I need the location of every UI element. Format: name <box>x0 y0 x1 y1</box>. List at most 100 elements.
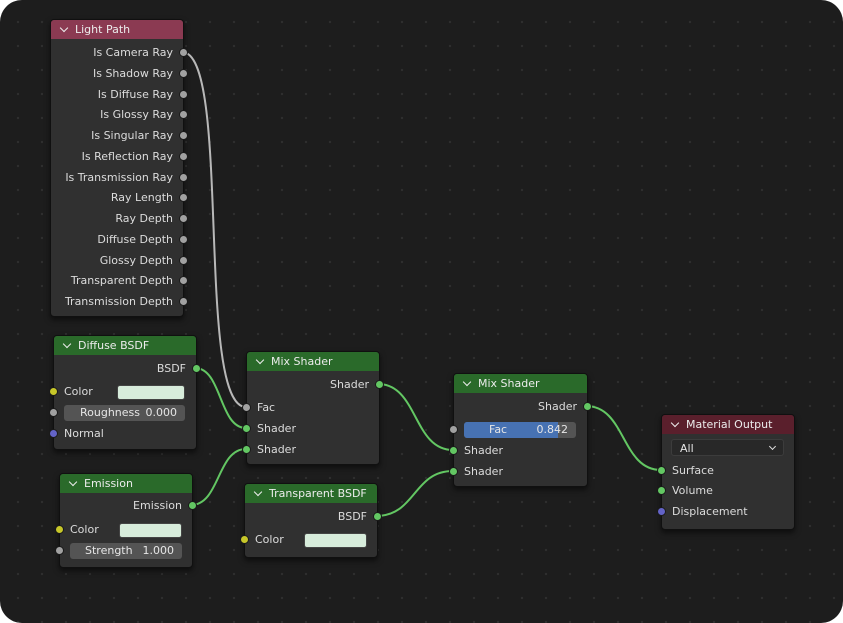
output-socket[interactable] <box>180 111 187 119</box>
diffuse-bsdf-header[interactable]: Diffuse BSDF <box>54 336 196 355</box>
socket-label: Surface <box>672 464 714 477</box>
socket-label: Color <box>64 385 93 398</box>
light-path-output: Is Reflection Ray <box>51 147 187 167</box>
socket-label: Transmission Depth <box>64 295 173 308</box>
chevron-down-icon[interactable] <box>670 418 680 428</box>
output-socket[interactable] <box>180 256 187 264</box>
socket-label: Shader <box>464 444 503 457</box>
output-socket[interactable] <box>180 69 187 77</box>
chevron-down-icon[interactable] <box>59 23 69 33</box>
chevron-down-icon[interactable] <box>68 477 78 487</box>
roughness-field[interactable]: Roughness 0.000 <box>64 405 185 421</box>
input-socket[interactable] <box>243 446 250 453</box>
socket-label: Normal <box>64 427 104 440</box>
light-path-output: Is Diffuse Ray <box>51 85 187 105</box>
color-swatch[interactable] <box>304 533 367 548</box>
input-socket[interactable] <box>50 430 57 437</box>
socket-label: Shader <box>464 465 503 478</box>
output-socket[interactable] <box>376 381 383 388</box>
input-socket[interactable] <box>658 508 665 515</box>
light-path-output: Is Glossy Ray <box>51 105 187 125</box>
output-socket[interactable] <box>180 49 187 56</box>
socket-label: Diffuse Depth <box>97 232 173 246</box>
chevron-down-icon[interactable] <box>62 339 72 349</box>
color-input: Color <box>56 520 192 540</box>
input-socket[interactable] <box>450 447 457 454</box>
socket-label: Ray Length <box>110 191 173 205</box>
chevron-down-icon[interactable] <box>253 487 263 497</box>
output-socket[interactable] <box>189 502 196 509</box>
material-output-header[interactable]: Material Output <box>662 415 794 434</box>
target-row: All <box>662 437 794 457</box>
output-socket[interactable] <box>180 235 187 243</box>
socket-label: Is Transmission Ray <box>65 170 173 184</box>
chevron-down-icon[interactable] <box>462 377 472 387</box>
input-socket[interactable] <box>50 409 57 416</box>
socket-label: Is Diffuse Ray <box>97 87 173 101</box>
light-path-output: Glossy Depth <box>51 251 187 271</box>
node-editor-canvas[interactable]: Light Path Is Camera Ray Is Shadow Ray Is … <box>0 0 843 623</box>
socket-label: BSDF <box>337 510 367 523</box>
field-value: 0.842 <box>536 423 569 436</box>
light-path-header[interactable]: Light Path <box>51 20 183 39</box>
mix-shader-node-2[interactable]: Mix Shader Shader Fac 0.842 Shader Shade… <box>450 373 591 487</box>
node-title: Emission <box>84 477 133 490</box>
light-path-output: Ray Length <box>51 188 187 208</box>
material-output-node[interactable]: Material Output All Surface Volume Displ… <box>658 414 795 530</box>
color-swatch[interactable] <box>119 523 182 538</box>
fac-slider[interactable]: Fac 0.842 <box>464 422 576 438</box>
shader-output: Shader <box>247 375 383 395</box>
displacement-input: Displacement <box>658 502 794 522</box>
output-socket[interactable] <box>584 403 591 410</box>
output-socket[interactable] <box>180 277 187 285</box>
node-title: Transparent BSDF <box>269 487 367 500</box>
transparent-bsdf-header[interactable]: Transparent BSDF <box>245 484 377 503</box>
socket-label: Color <box>255 533 284 546</box>
output-socket[interactable] <box>180 194 187 202</box>
output-socket[interactable] <box>374 513 381 520</box>
color-input: Color <box>241 530 377 550</box>
input-socket[interactable] <box>241 536 248 543</box>
socket-label: Is Glossy Ray <box>100 108 173 122</box>
strength-field[interactable]: Strength 1.000 <box>70 543 182 559</box>
socket-label: Volume <box>672 484 713 497</box>
mix-shader-header[interactable]: Mix Shader <box>247 352 379 371</box>
output-socket[interactable] <box>193 365 200 372</box>
shader-input-1: Shader <box>450 441 587 461</box>
output-socket[interactable] <box>180 215 187 222</box>
roughness-input: Roughness 0.000 <box>50 403 196 423</box>
output-socket[interactable] <box>180 132 187 139</box>
link-transparent-to-mix2 <box>375 470 454 517</box>
output-socket[interactable] <box>180 90 187 98</box>
input-socket[interactable] <box>658 487 665 494</box>
input-socket[interactable] <box>56 526 63 533</box>
socket-label: Glossy Depth <box>99 253 173 267</box>
light-path-node[interactable]: Light Path Is Camera Ray Is Shadow Ray Is … <box>50 19 187 317</box>
input-socket[interactable] <box>450 426 457 433</box>
chevron-down-icon[interactable] <box>255 355 265 365</box>
emission-node[interactable]: Emission Emission Color Strength 1.000 <box>56 473 196 568</box>
input-socket[interactable] <box>243 425 250 432</box>
emission-header[interactable]: Emission <box>60 474 192 493</box>
mix-shader-header[interactable]: Mix Shader <box>454 374 587 393</box>
input-socket[interactable] <box>56 547 63 554</box>
output-socket[interactable] <box>180 298 187 305</box>
transparent-bsdf-node[interactable]: Transparent BSDF BSDF Color <box>241 483 381 558</box>
fac-input: Fac <box>243 398 379 418</box>
color-swatch[interactable] <box>117 385 185 400</box>
mix-shader-node-1[interactable]: Mix Shader Shader Fac Shader Shader <box>243 351 383 465</box>
output-socket[interactable] <box>180 152 187 160</box>
input-socket[interactable] <box>50 388 57 395</box>
input-socket[interactable] <box>450 468 457 475</box>
input-socket[interactable] <box>243 404 250 411</box>
link-mix1-to-mix2 <box>377 383 454 451</box>
socket-label: Is Singular Ray <box>91 129 173 142</box>
surface-input: Surface <box>658 461 794 481</box>
input-socket[interactable] <box>658 467 665 474</box>
light-path-output: Is Singular Ray <box>51 126 187 146</box>
target-dropdown[interactable]: All <box>671 439 784 456</box>
node-title: Mix Shader <box>271 355 333 368</box>
output-socket[interactable] <box>180 173 187 181</box>
normal-input: Normal <box>50 424 196 444</box>
diffuse-bsdf-node[interactable]: Diffuse BSDF BSDF Color Roughness 0.000 … <box>50 335 200 450</box>
